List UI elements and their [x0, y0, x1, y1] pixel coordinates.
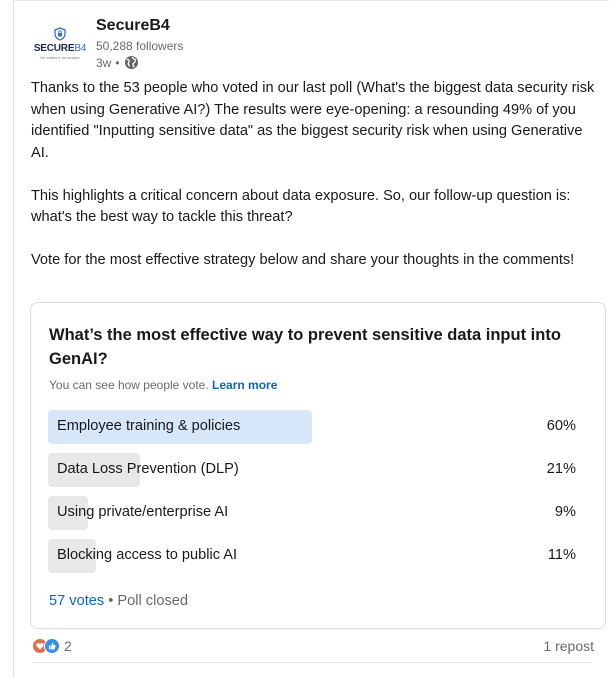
- poll-option-label: Employee training & policies: [57, 418, 241, 434]
- poll-visibility-note: You can see how people vote. Learn more: [49, 378, 278, 392]
- poll-option: Blocking access to public AI 11%: [48, 539, 576, 573]
- post-time: 3w: [96, 55, 112, 70]
- poll-question: What’s the most effective way to prevent…: [49, 326, 561, 368]
- company-name[interactable]: SecureB4: [96, 17, 170, 35]
- separator-dot: •: [115, 55, 120, 70]
- poll-option-percent: 21%: [546, 461, 576, 477]
- follower-count: 50,288 followers: [96, 39, 184, 53]
- poll-option: Data Loss Prevention (DLP) 21%: [48, 453, 576, 487]
- poll-option-label: Data Loss Prevention (DLP): [57, 461, 239, 477]
- post-header: SECUREB4 be resilient, be secure SecureB…: [32, 15, 592, 75]
- vote-count-link[interactable]: 57 votes: [49, 593, 104, 609]
- post-body: Thanks to the 53 people who voted in our…: [31, 78, 596, 272]
- globe-icon: [124, 55, 138, 70]
- feed-post: SECUREB4 be resilient, be secure SecureB…: [13, 0, 609, 678]
- poll-status: Poll closed: [117, 593, 188, 609]
- poll-option-percent: 11%: [547, 547, 576, 563]
- post-paragraph: Vote for the most effective strategy bel…: [31, 252, 575, 268]
- social-counts: 2 1 repost: [32, 637, 594, 655]
- shield-icon: [54, 27, 66, 41]
- repost-count[interactable]: 1 repost: [543, 638, 594, 654]
- poll-footer: 57 votes • Poll closed: [49, 593, 188, 609]
- logo-tagline: be resilient, be secure: [40, 55, 80, 60]
- poll-option: Using private/enterprise AI 9%: [48, 496, 576, 530]
- post-meta: 3w •: [96, 55, 139, 70]
- poll-option-percent: 60%: [546, 418, 576, 434]
- poll-option: Employee training & policies 60%: [48, 410, 576, 444]
- like-icon: [44, 638, 60, 654]
- poll-option-label: Blocking access to public AI: [57, 547, 238, 563]
- reactions-summary[interactable]: 2: [32, 638, 72, 654]
- post-paragraph: Thanks to the 53 people who voted in our…: [31, 80, 595, 161]
- post-paragraph: This highlights a critical concern about…: [31, 187, 571, 226]
- learn-more-link[interactable]: Learn more: [212, 378, 277, 392]
- company-logo[interactable]: SECUREB4 be resilient, be secure: [32, 27, 88, 67]
- poll-card: What’s the most effective way to prevent…: [30, 302, 606, 629]
- logo-wordmark: SECUREB4: [33, 43, 87, 54]
- poll-option-label: Using private/enterprise AI: [57, 504, 229, 520]
- reaction-count: 2: [64, 638, 72, 654]
- divider: [32, 662, 592, 663]
- poll-option-percent: 9%: [554, 504, 576, 520]
